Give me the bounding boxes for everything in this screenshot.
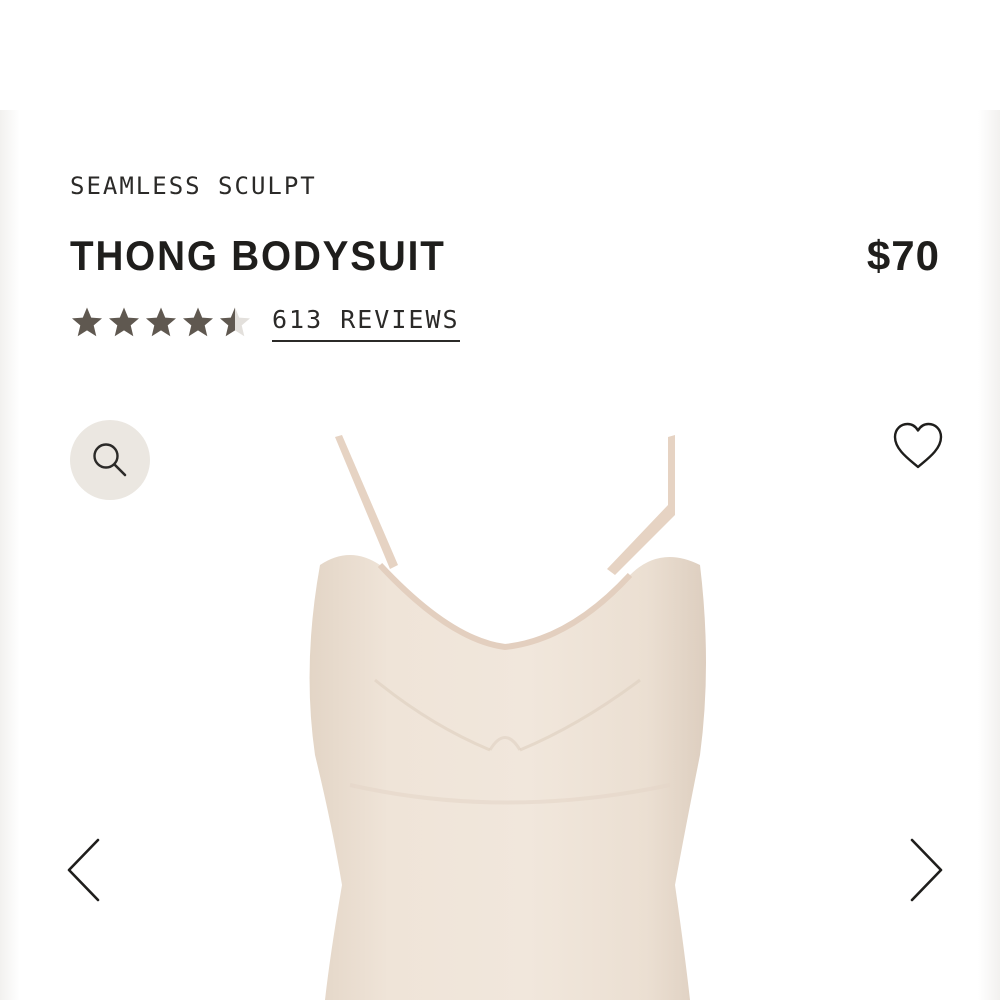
wishlist-button[interactable] (890, 420, 946, 472)
bodysuit-body (309, 555, 706, 1000)
chevron-right-icon (910, 838, 943, 902)
page-edge-left (0, 110, 20, 1000)
product-price: $70 (866, 232, 940, 279)
star-rating-graphic (72, 307, 250, 337)
product-page: SEAMLESS SCULPT THONG BODYSUIT $70 613 R… (0, 0, 1000, 1000)
rating-row: 613 REVIEWS (70, 300, 460, 346)
reviews-link[interactable]: 613 REVIEWS (272, 305, 460, 342)
star-icon (146, 307, 176, 337)
product-title: THONG BODYSUIT (70, 232, 446, 279)
search-icon (93, 443, 127, 477)
star-icon (109, 307, 139, 337)
left-strap (335, 435, 398, 569)
star-icon (72, 307, 102, 337)
zoom-button[interactable] (70, 420, 150, 500)
next-image-button[interactable] (900, 835, 950, 905)
page-edge-right (978, 110, 1000, 1000)
previous-image-button[interactable] (60, 835, 110, 905)
right-strap (607, 435, 675, 575)
chevron-left-icon (67, 838, 100, 902)
star-icon (183, 307, 213, 337)
star-rating (70, 306, 254, 340)
heart-icon (893, 422, 943, 469)
product-image (309, 435, 706, 1000)
collection-label: SEAMLESS SCULPT (70, 172, 317, 200)
